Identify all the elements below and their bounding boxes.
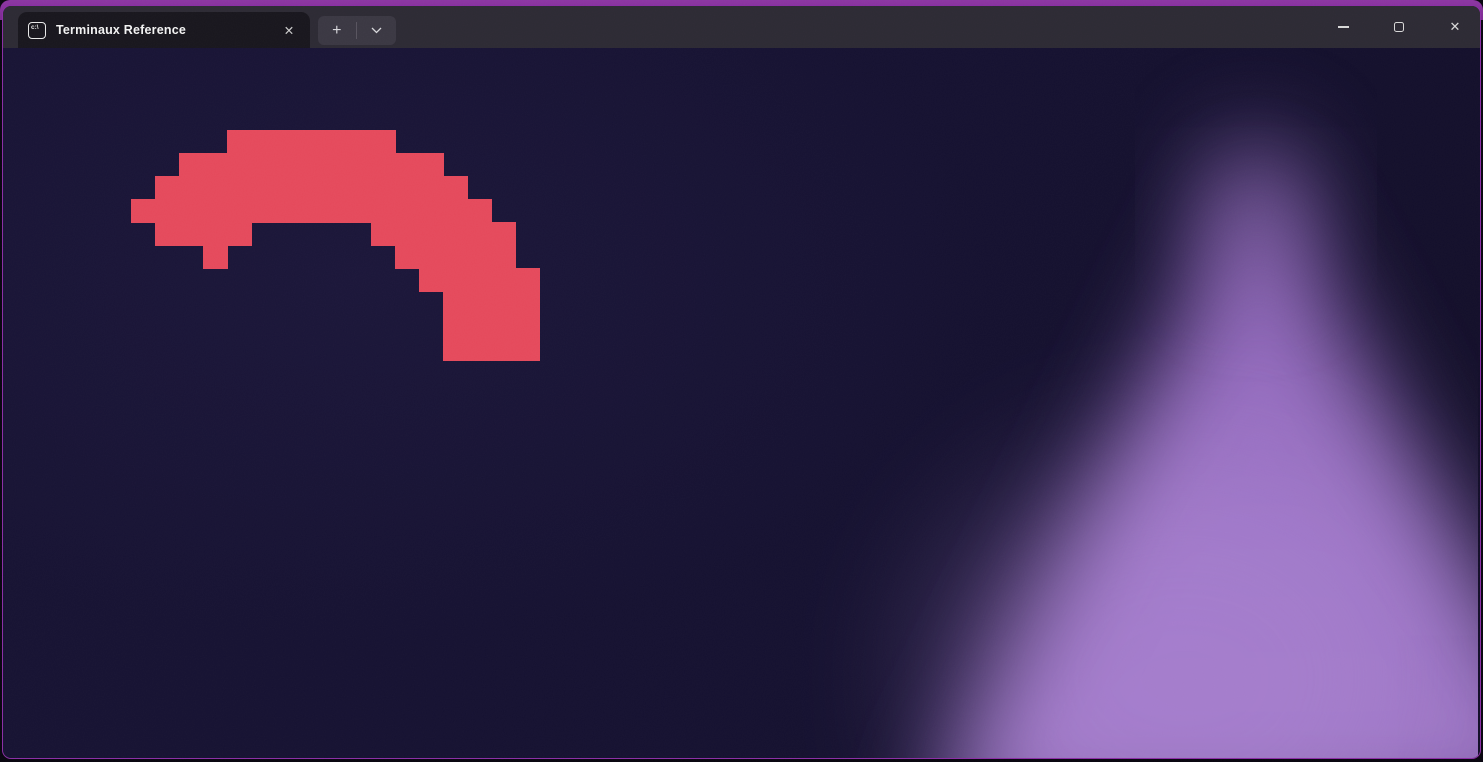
terminal-content[interactable]	[3, 48, 1480, 758]
tab-close-button[interactable]: ✕	[276, 17, 302, 43]
close-button[interactable]: ✕	[1432, 6, 1478, 48]
screen: c:\ Terminaux Reference ✕ +	[0, 0, 1483, 762]
tab-dropdown-button[interactable]	[357, 16, 396, 45]
terminal-window: c:\ Terminaux Reference ✕ +	[2, 5, 1481, 759]
title-bar[interactable]: c:\ Terminaux Reference ✕ +	[3, 6, 1480, 48]
tab-title: Terminaux Reference	[56, 23, 186, 37]
spotlight-glow	[3, 48, 1478, 758]
tab-terminaux-reference[interactable]: c:\ Terminaux Reference ✕	[18, 12, 310, 48]
maximize-icon	[1394, 22, 1404, 32]
window-controls: ✕	[1320, 6, 1478, 48]
command-prompt-icon: c:\	[28, 22, 46, 39]
new-tab-button[interactable]: +	[318, 16, 356, 45]
minimize-icon	[1338, 26, 1349, 28]
chevron-down-icon	[371, 27, 382, 34]
maximize-button[interactable]	[1376, 6, 1422, 48]
new-tab-group: +	[318, 16, 396, 45]
minimize-button[interactable]	[1320, 6, 1366, 48]
